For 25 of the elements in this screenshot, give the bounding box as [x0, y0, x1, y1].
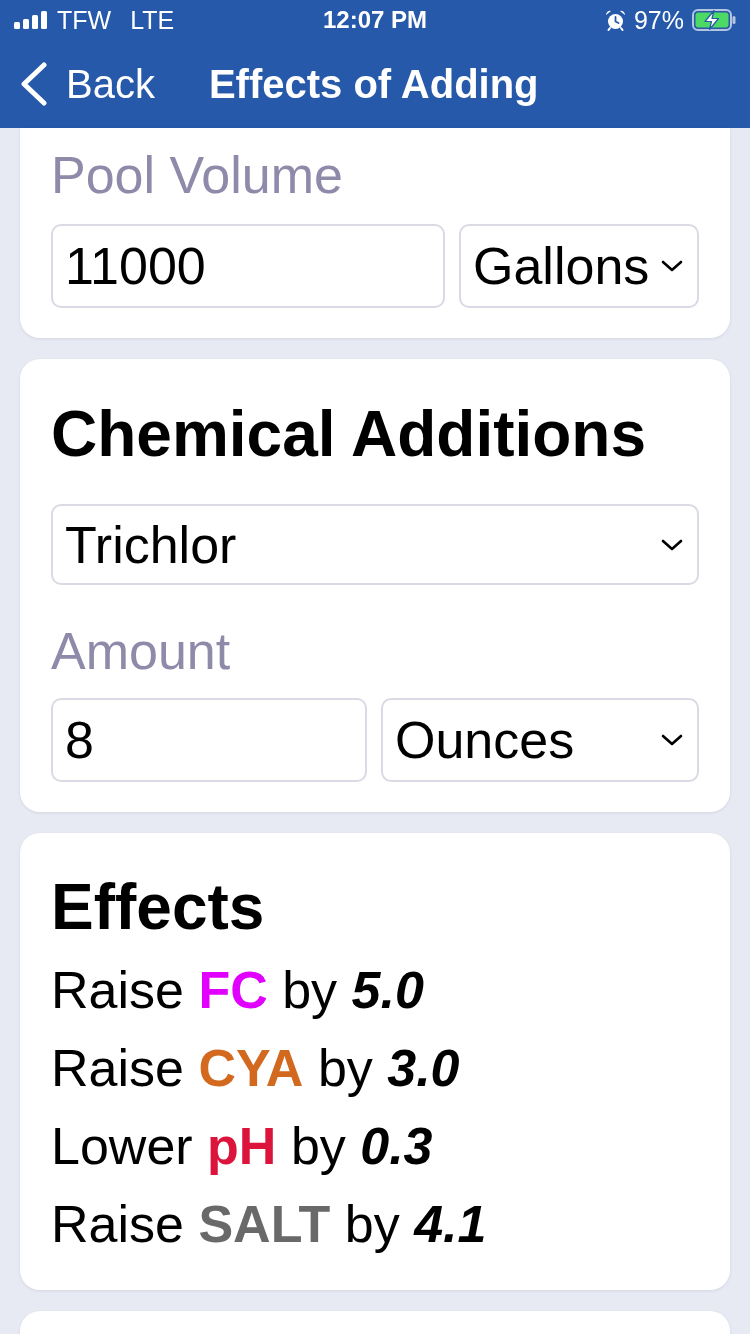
chevron-down-icon — [661, 260, 683, 272]
chevron-down-icon — [661, 538, 683, 551]
field-label: Amount — [51, 621, 232, 682]
card-heading: Chemical Additions — [51, 397, 648, 472]
effect-line: Lower pH by 0.3 — [51, 1116, 434, 1177]
effect-line: Raise SALT by 4.1 — [51, 1194, 488, 1255]
status-time: 12:07 PM — [322, 5, 428, 35]
amount-input[interactable]: 8 — [51, 698, 367, 782]
nav-title: Effects of Adding — [208, 61, 539, 108]
unit-select[interactable]: Ounces — [381, 698, 699, 782]
back-chevron-icon — [20, 62, 48, 106]
battery-percent: 97% — [633, 5, 684, 35]
volume-input[interactable]: 11000 — [51, 224, 445, 308]
signal-icon — [14, 11, 48, 29]
effect-line: Raise FC by 5.0 — [51, 960, 425, 1021]
chevron-down-icon — [661, 734, 683, 746]
field-label: Pool Volume — [51, 145, 344, 206]
chemical-select[interactable]: Trichlor — [51, 504, 699, 585]
effect-line: Raise CYA by 3.0 — [51, 1038, 461, 1099]
network-label: LTE — [130, 5, 175, 35]
back-button[interactable]: Back — [20, 60, 155, 108]
alarm-clock-icon — [604, 9, 626, 31]
unit-select[interactable]: Gallons — [459, 224, 699, 308]
card-heading: Effects — [51, 870, 266, 945]
carrier-label: TFW — [57, 5, 112, 35]
